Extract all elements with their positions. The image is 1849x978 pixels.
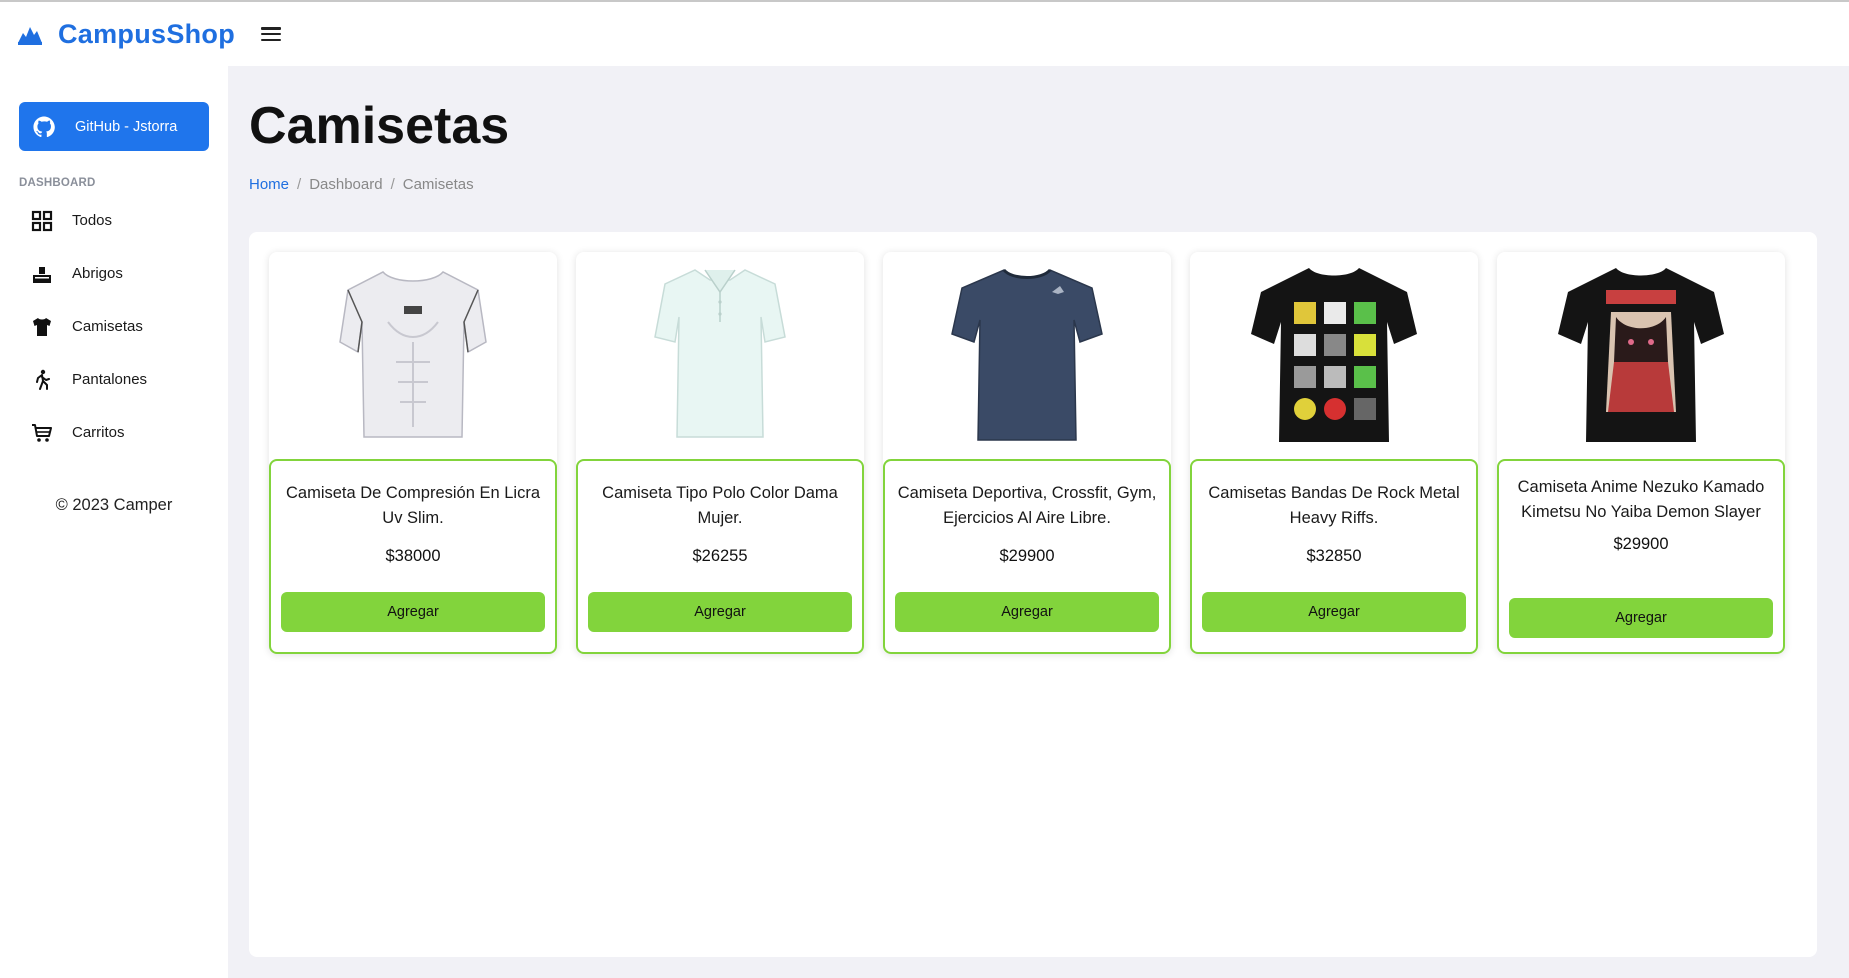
sidebar-item-label: Todos (72, 212, 113, 229)
grid-icon (31, 210, 53, 232)
product-title: Camiseta Tipo Polo Color Dama Mujer. (602, 484, 838, 527)
sidebar-section-title: DASHBOARD (19, 177, 96, 189)
breadcrumb-home[interactable]: Home (249, 176, 289, 193)
product-card-body: Camiseta Tipo Polo Color Dama Mujer. $26… (576, 459, 864, 654)
sidebar-item-carritos[interactable]: Carritos (19, 406, 209, 459)
product-price: $38000 (385, 547, 441, 565)
navy-sport-shirt-image (951, 268, 1103, 441)
add-to-cart-button[interactable]: Agregar (1202, 592, 1466, 632)
github-icon (33, 115, 55, 137)
brand[interactable]: CampusShop (18, 19, 235, 50)
product-title: Camiseta Deportiva, Crossfit, Gym, Ejerc… (897, 484, 1157, 527)
product-grid: Camiseta De Compresión En Licra Uv Slim.… (269, 252, 1804, 654)
copyright: © 2023 Camper (55, 496, 173, 514)
product-image[interactable] (576, 252, 864, 458)
top-bar: CampusShop (0, 0, 1849, 66)
product-card: Camiseta Tipo Polo Color Dama Mujer. $26… (576, 252, 864, 654)
add-to-cart-button[interactable]: Agregar (1509, 598, 1773, 638)
product-card-body: Camiseta De Compresión En Licra Uv Slim.… (269, 459, 557, 654)
mint-polo-shirt-image (654, 269, 786, 438)
add-to-cart-button[interactable]: Agregar (281, 592, 545, 632)
sidebar-item-label: Camisetas (72, 318, 143, 335)
tshirt-icon (31, 316, 53, 338)
product-card-body: Camiseta Deportiva, Crossfit, Gym, Ejerc… (883, 459, 1171, 654)
sidebar: GitHub - Jstorra DASHBOARD Todos Abrigos… (0, 66, 228, 978)
breadcrumb: Home / Dashboard / Camisetas (249, 176, 474, 193)
product-card-body: Camiseta Anime Nezuko Kamado Kimetsu No … (1497, 459, 1785, 654)
product-image[interactable] (1497, 252, 1785, 458)
product-image[interactable] (883, 252, 1171, 458)
sidebar-item-label: Pantalones (72, 371, 148, 388)
mountain-logo-icon (18, 27, 42, 45)
sidebar-item-pantalones[interactable]: Pantalones (19, 353, 209, 406)
product-card: Camiseta Deportiva, Crossfit, Gym, Ejerc… (883, 252, 1171, 654)
product-title: Camiseta De Compresión En Licra Uv Slim. (285, 484, 541, 527)
page-title: Camisetas (249, 97, 510, 155)
breadcrumb-current: Camisetas (402, 176, 474, 193)
walking-icon (31, 369, 53, 391)
github-button[interactable]: GitHub - Jstorra (19, 102, 209, 151)
product-price: $29900 (1613, 535, 1669, 553)
breadcrumb-dashboard[interactable]: Dashboard (309, 176, 382, 193)
sidebar-item-label: Abrigos (72, 265, 123, 282)
main-content: Camisetas Home / Dashboard / Camisetas C… (228, 66, 1849, 978)
breadcrumb-separator: / (390, 176, 395, 193)
product-price: $29900 (999, 547, 1055, 565)
product-card: Camisetas Bandas De Rock Metal Heavy Rif… (1190, 252, 1478, 654)
brand-name: CampusShop (58, 18, 236, 49)
github-button-label: GitHub - Jstorra (75, 118, 178, 135)
sidebar-item-label: Carritos (72, 424, 125, 441)
product-title: Camiseta Anime Nezuko Kamado Kimetsu No … (1517, 478, 1765, 521)
sidebar-item-camisetas[interactable]: Camisetas (19, 300, 209, 353)
products-panel: Camiseta De Compresión En Licra Uv Slim.… (249, 232, 1817, 957)
breadcrumb-separator: / (297, 176, 302, 193)
product-card: Camiseta Anime Nezuko Kamado Kimetsu No … (1497, 252, 1785, 654)
product-image[interactable] (269, 252, 557, 458)
add-to-cart-button[interactable]: Agregar (895, 592, 1159, 632)
black-anime-shirt-image (1558, 268, 1724, 442)
box-icon (31, 263, 53, 285)
menu-toggle-icon[interactable] (261, 27, 282, 41)
product-card: Camiseta De Compresión En Licra Uv Slim.… (269, 252, 557, 654)
product-price: $26255 (692, 547, 748, 565)
product-price: $32850 (1306, 547, 1362, 565)
white-compression-shirt-image (339, 271, 487, 438)
cart-icon (31, 422, 53, 444)
sidebar-item-abrigos[interactable]: Abrigos (19, 247, 209, 300)
product-card-body: Camisetas Bandas De Rock Metal Heavy Rif… (1190, 459, 1478, 654)
product-title: Camisetas Bandas De Rock Metal Heavy Rif… (1208, 484, 1460, 527)
sidebar-item-todos[interactable]: Todos (19, 194, 209, 247)
add-to-cart-button[interactable]: Agregar (588, 592, 852, 632)
sidebar-nav: Todos Abrigos Camisetas Pantalones Carri… (19, 194, 209, 459)
black-band-shirt-image (1251, 268, 1417, 442)
product-image[interactable] (1190, 252, 1478, 458)
